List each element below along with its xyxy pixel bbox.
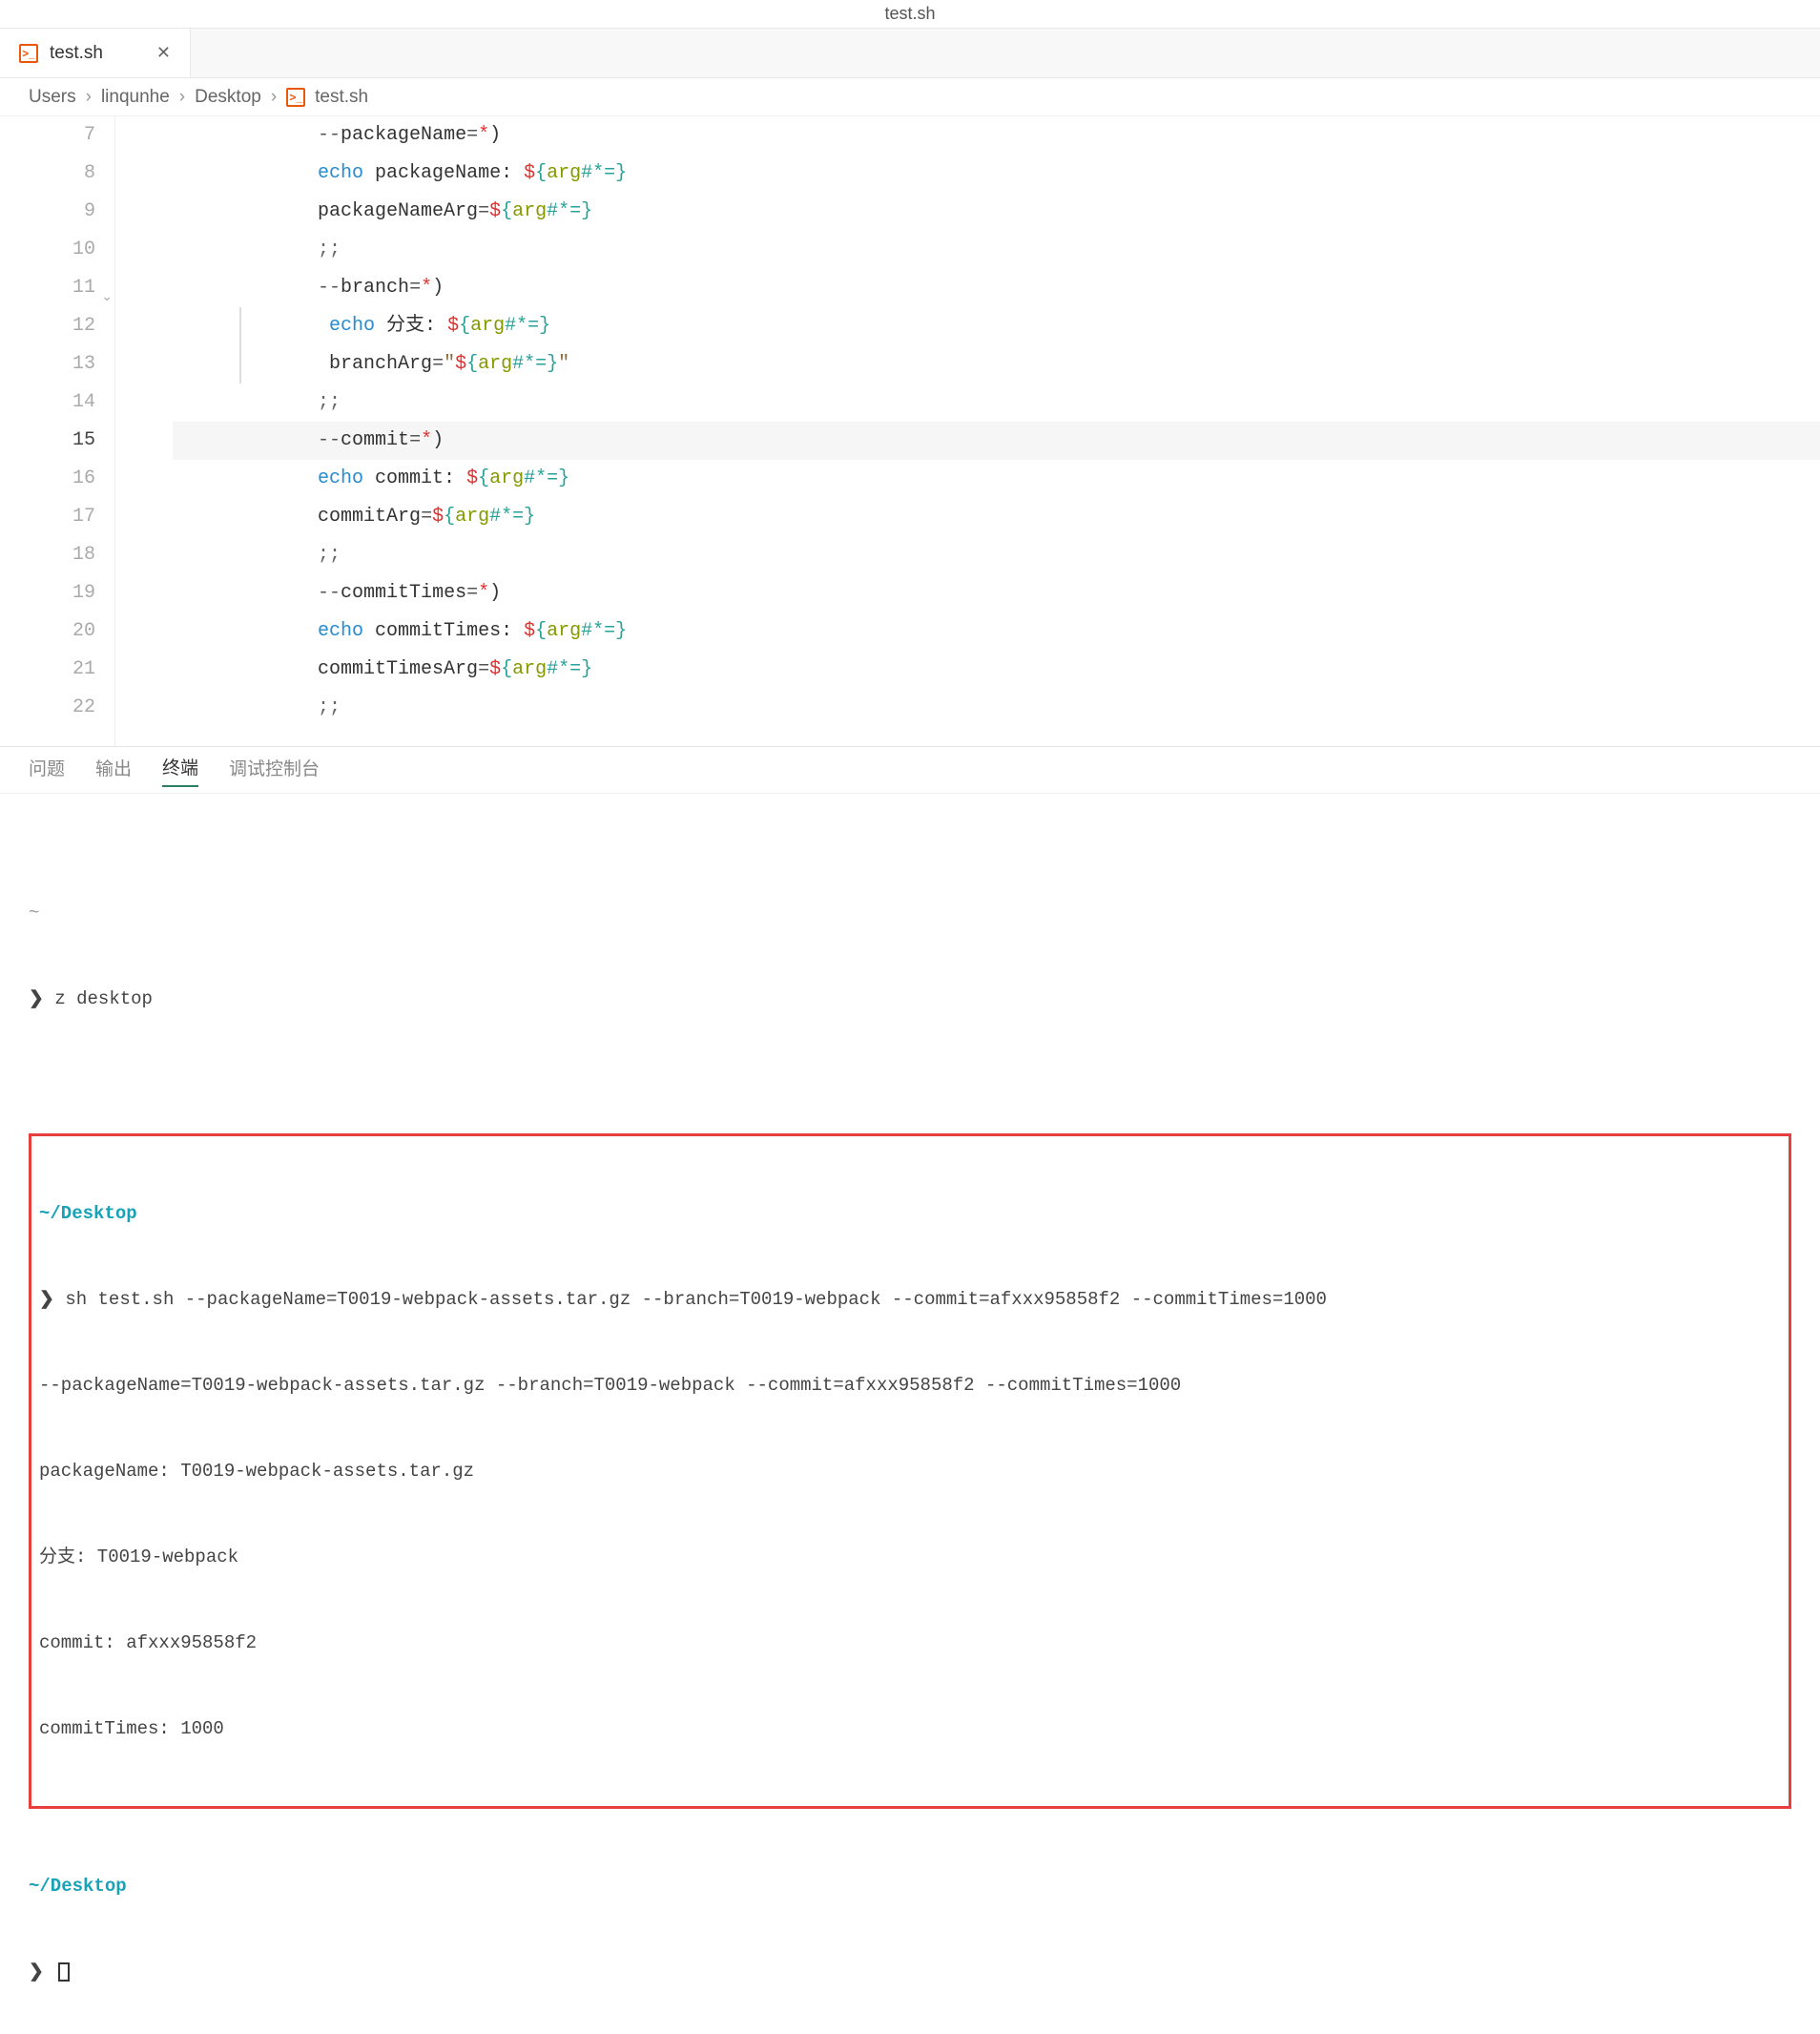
code-line[interactable]: echo packageName: ${arg#*=} xyxy=(173,155,1820,193)
terminal-line: ~/Desktop xyxy=(29,1872,1791,1900)
line-number: 7 xyxy=(0,116,95,155)
code-line[interactable]: ;; xyxy=(173,536,1820,574)
breadcrumb-item[interactable]: linqunhe xyxy=(101,87,170,108)
terminal-line: ❯ z desktop xyxy=(29,985,1791,1013)
line-number: 19 xyxy=(0,574,95,612)
breadcrumb-item[interactable]: test.sh xyxy=(315,87,368,108)
code-line[interactable]: --branch=*) xyxy=(173,269,1820,307)
line-number-gutter: 7891011⌄1213141516171819202122 xyxy=(0,116,114,746)
code-line[interactable]: ;; xyxy=(173,689,1820,727)
line-number: 18 xyxy=(0,536,95,574)
line-number: 15 xyxy=(0,422,95,460)
panel-tab-output[interactable]: 输出 xyxy=(95,755,132,786)
code-line[interactable]: branchArg="${arg#*=}" xyxy=(173,345,1820,384)
panel-tab-terminal[interactable]: 终端 xyxy=(162,754,198,787)
tab-label: test.sh xyxy=(50,43,103,64)
line-number: 12 xyxy=(0,307,95,345)
window-title: test.sh xyxy=(884,4,935,24)
code-line[interactable]: commitTimesArg=${arg#*=} xyxy=(173,651,1820,689)
terminal-line: ~/Desktop xyxy=(39,1199,1781,1228)
terminal-line: ~ xyxy=(29,870,1791,927)
close-icon[interactable]: ✕ xyxy=(156,43,171,63)
title-bar: test.sh xyxy=(0,0,1820,29)
terminal-line: commitTimes: 1000 xyxy=(39,1714,1781,1743)
code-line[interactable]: --commitTimes=*) xyxy=(173,574,1820,612)
code-line[interactable]: --packageName=*) xyxy=(173,116,1820,155)
panel-tabs: 问题 输出 终端 调试控制台 xyxy=(0,746,1820,794)
terminal-line: 分支: T0019-webpack xyxy=(39,1543,1781,1571)
line-number: 11⌄ xyxy=(0,269,95,307)
breadcrumb: Users › linqunhe › Desktop › >_ test.sh xyxy=(0,78,1820,116)
shell-icon: >_ xyxy=(286,88,305,107)
line-number: 13 xyxy=(0,345,95,384)
breadcrumb-item[interactable]: Desktop xyxy=(195,87,261,108)
indent-guide xyxy=(239,307,241,384)
code-editor[interactable]: 7891011⌄1213141516171819202122 --package… xyxy=(0,116,1820,746)
code-line[interactable]: commitArg=${arg#*=} xyxy=(173,498,1820,536)
panel-tab-debug[interactable]: 调试控制台 xyxy=(229,755,320,786)
code-line[interactable]: echo 分支: ${arg#*=} xyxy=(173,307,1820,345)
line-number: 17 xyxy=(0,498,95,536)
line-number: 22 xyxy=(0,689,95,727)
line-number: 14 xyxy=(0,384,95,422)
terminal[interactable]: ~ ❯ z desktop ~/Desktop ❯ sh test.sh --p… xyxy=(0,794,1820,2034)
breadcrumb-item[interactable]: Users xyxy=(29,87,76,108)
terminal-line: ❯ sh test.sh --packageName=T0019-webpack… xyxy=(39,1285,1781,1314)
editor-tab[interactable]: >_ test.sh ✕ xyxy=(0,29,191,77)
chevron-down-icon[interactable]: ⌄ xyxy=(101,279,113,317)
code-line[interactable]: packageNameArg=${arg#*=} xyxy=(173,193,1820,231)
tabs-bar: >_ test.sh ✕ xyxy=(0,29,1820,78)
terminal-line: packageName: T0019-webpack-assets.tar.gz xyxy=(39,1457,1781,1485)
terminal-line: ❯ xyxy=(29,1958,1791,1986)
code-line[interactable]: echo commit: ${arg#*=} xyxy=(173,460,1820,498)
code-line[interactable]: echo commitTimes: ${arg#*=} xyxy=(173,612,1820,651)
chevron-right-icon: › xyxy=(179,87,185,108)
code-line[interactable]: --commit=*) xyxy=(173,422,1820,460)
line-number: 10 xyxy=(0,231,95,269)
line-number: 16 xyxy=(0,460,95,498)
line-number: 20 xyxy=(0,612,95,651)
line-number: 9 xyxy=(0,193,95,231)
code-line[interactable]: ;; xyxy=(173,384,1820,422)
line-number: 21 xyxy=(0,651,95,689)
terminal-highlight: ~/Desktop ❯ sh test.sh --packageName=T00… xyxy=(29,1133,1791,1809)
shell-icon: >_ xyxy=(19,44,38,63)
chevron-right-icon: › xyxy=(271,87,277,108)
terminal-line: commit: afxxx95858f2 xyxy=(39,1629,1781,1657)
panel-tab-problems[interactable]: 问题 xyxy=(29,755,65,786)
code-area[interactable]: --packageName=*) echo packageName: ${arg… xyxy=(114,116,1820,746)
code-line[interactable]: ;; xyxy=(173,231,1820,269)
chevron-right-icon: › xyxy=(86,87,92,108)
terminal-cursor xyxy=(58,1962,70,1982)
line-number: 8 xyxy=(0,155,95,193)
